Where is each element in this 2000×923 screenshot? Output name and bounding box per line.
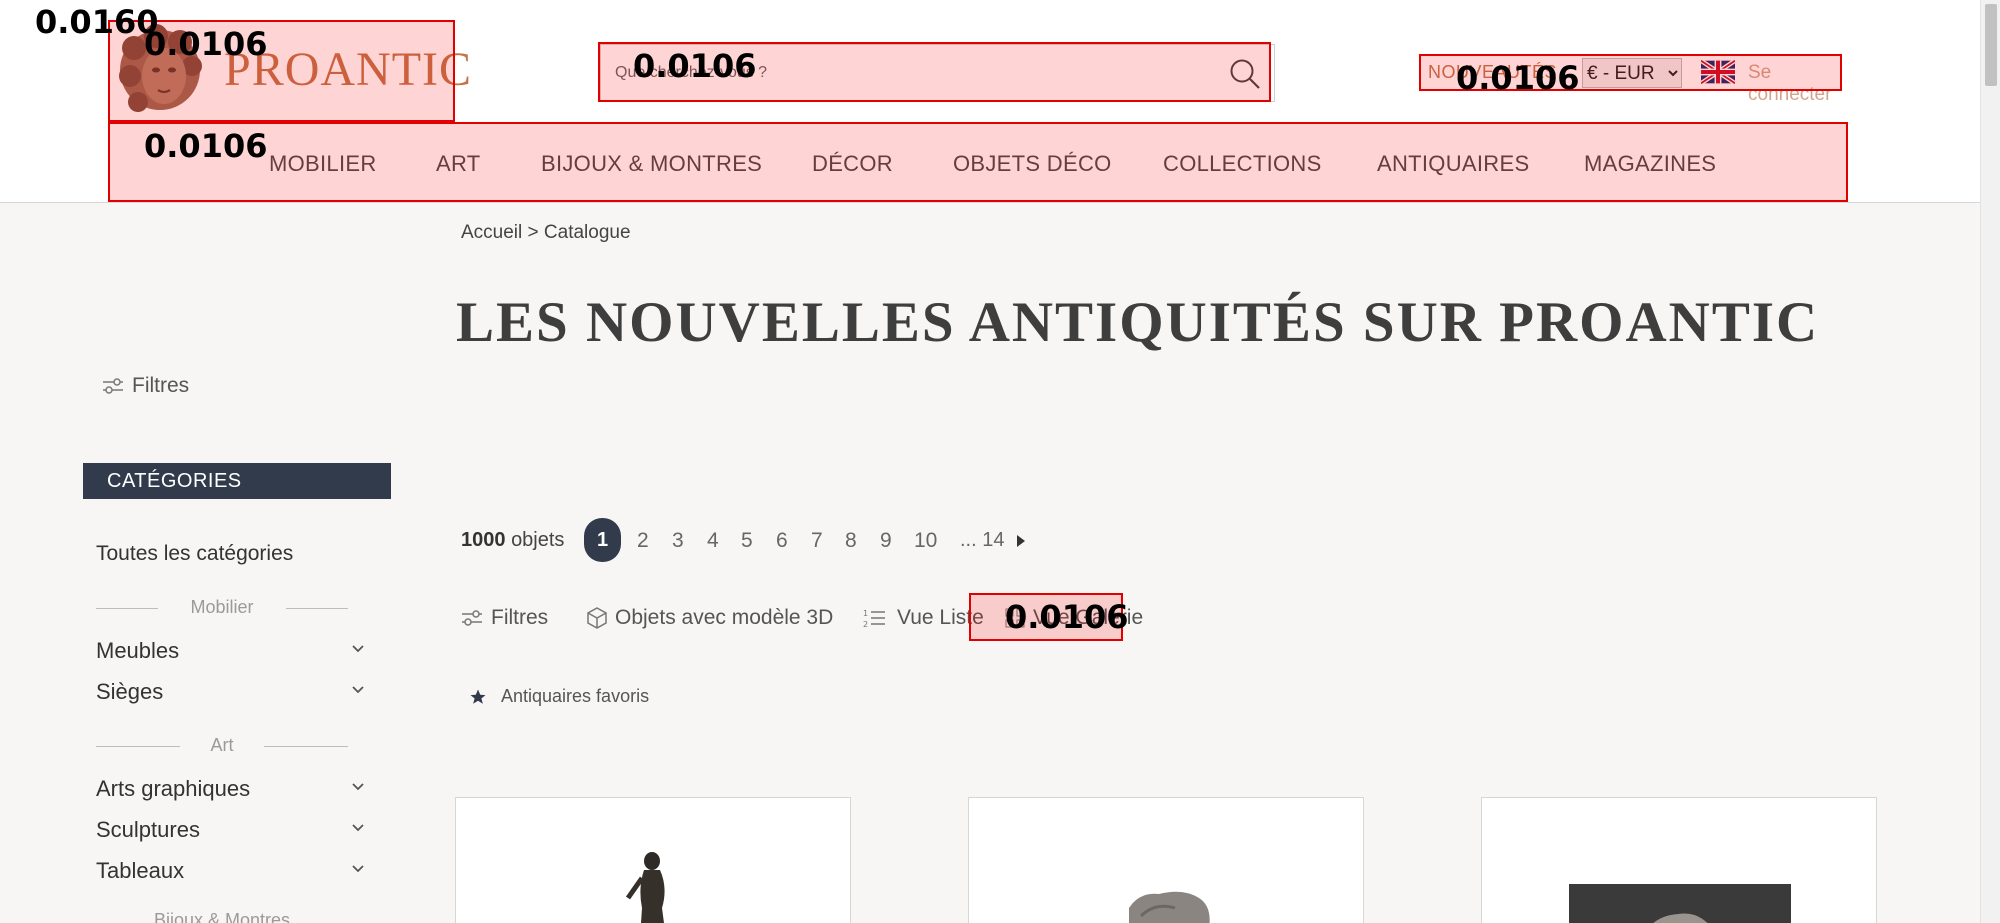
nav-item-bijoux-montres[interactable]: BIJOUX & MONTRES bbox=[541, 151, 762, 177]
pagination-current[interactable]: 1 bbox=[584, 518, 621, 562]
breadcrumb[interactable]: Accueil > Catalogue bbox=[461, 222, 631, 244]
search-icon[interactable] bbox=[1228, 57, 1262, 91]
search-bar bbox=[600, 44, 1275, 102]
gallery-grid-icon bbox=[1005, 608, 1025, 628]
filter-sliders-icon bbox=[462, 610, 482, 627]
category-item-label: Sièges bbox=[96, 679, 164, 704]
list-view-icon: 1 2 bbox=[863, 609, 885, 629]
results-count-number: 1000 bbox=[461, 529, 506, 551]
category-item-label: Tableaux bbox=[96, 858, 185, 883]
chevron-down-icon bbox=[352, 783, 364, 791]
logo-wordmark: PROANTIC bbox=[224, 43, 473, 96]
svg-text:2: 2 bbox=[863, 620, 868, 629]
search-input[interactable] bbox=[615, 59, 1175, 87]
gallery-view-toggle[interactable]: Vue Galerie bbox=[1005, 606, 1143, 630]
product-image bbox=[1129, 891, 1210, 923]
cube-3d-icon bbox=[587, 607, 607, 630]
pagination-page[interactable]: 7 bbox=[811, 529, 823, 553]
uk-flag-icon[interactable] bbox=[1701, 60, 1735, 84]
category-group-title: Bijoux & Montres bbox=[153, 910, 291, 923]
gallery-view-label: Vue Galerie bbox=[1033, 606, 1144, 629]
category-item-meubles[interactable]: Meubles bbox=[96, 638, 366, 664]
nav-item-mobilier[interactable]: MOBILIER bbox=[269, 151, 377, 177]
category-item-sieges[interactable]: Sièges bbox=[96, 679, 366, 705]
category-item-label: Meubles bbox=[96, 638, 180, 663]
favorite-dealers-filter[interactable]: Antiquaires favoris bbox=[469, 686, 649, 707]
category-item-label: Arts graphiques bbox=[96, 776, 251, 801]
product-card[interactable] bbox=[968, 797, 1364, 923]
header-utility-bar: NOUVEAUTÉS € - EUR Se connecter bbox=[1420, 54, 1840, 105]
pagination-page[interactable]: 4 bbox=[707, 529, 719, 553]
pagination-page[interactable]: 2 bbox=[637, 529, 649, 553]
login-link[interactable]: Se connecter bbox=[1748, 62, 1840, 106]
filter-sliders-icon bbox=[103, 378, 123, 395]
category-group-bijoux: Bijoux & Montres bbox=[96, 910, 348, 923]
listing-filters-button[interactable]: Filtres bbox=[461, 606, 548, 630]
category-group-mobilier: Mobilier bbox=[96, 597, 348, 619]
page-title: LES NOUVELLES ANTIQUITÉS SUR PROANTIC bbox=[456, 291, 1820, 354]
nav-item-collections[interactable]: COLLECTIONS bbox=[1163, 151, 1322, 177]
nav-item-art[interactable]: ART bbox=[436, 151, 481, 177]
page-scrollbar[interactable] bbox=[1980, 0, 2000, 923]
product-image bbox=[625, 852, 665, 923]
category-item-arts-graphiques[interactable]: Arts graphiques bbox=[96, 776, 366, 802]
pagination-last[interactable]: ... 14 bbox=[960, 529, 1004, 552]
results-count-label: objets bbox=[511, 529, 565, 551]
chevron-down-icon bbox=[352, 865, 364, 873]
category-group-art: Art bbox=[96, 735, 348, 757]
chevron-down-icon bbox=[352, 824, 364, 832]
medusa-head-icon bbox=[119, 24, 202, 112]
nav-item-objets-deco[interactable]: OBJETS DÉCO bbox=[953, 151, 1112, 177]
chevron-down-icon bbox=[352, 686, 364, 694]
listing-filters-label: Filtres bbox=[491, 606, 549, 629]
objects-3d-toggle[interactable]: Objets avec modèle 3D bbox=[585, 606, 833, 630]
chevron-down-icon bbox=[352, 645, 364, 653]
list-view-label: Vue Liste bbox=[897, 606, 984, 629]
pagination-page[interactable]: 5 bbox=[741, 529, 753, 553]
product-card[interactable] bbox=[1481, 797, 1877, 923]
product-card[interactable] bbox=[455, 797, 851, 923]
pagination-page[interactable]: 8 bbox=[845, 529, 857, 553]
nav-item-antiquaires[interactable]: ANTIQUAIRES bbox=[1377, 151, 1529, 177]
sidebar-filters-label: Filtres bbox=[132, 374, 190, 397]
pagination-page[interactable]: 10 bbox=[914, 529, 937, 553]
nav-item-magazines[interactable]: MAGAZINES bbox=[1584, 151, 1716, 177]
category-item-label: Sculptures bbox=[96, 817, 200, 842]
pagination-next-icon[interactable] bbox=[1015, 534, 1027, 548]
site-header: PROANTIC NOUVEAUTÉS € - EUR Se connecter… bbox=[0, 0, 1980, 203]
product-image bbox=[1569, 884, 1791, 923]
currency-select[interactable]: € - EUR bbox=[1582, 58, 1682, 88]
list-view-toggle[interactable]: 1 2 Vue Liste bbox=[863, 606, 984, 630]
favorite-dealers-label: Antiquaires favoris bbox=[501, 686, 650, 706]
svg-text:1: 1 bbox=[863, 609, 868, 618]
nav-item-decor[interactable]: DÉCOR bbox=[812, 151, 893, 177]
objects-3d-label: Objets avec modèle 3D bbox=[615, 606, 834, 629]
pagination-page[interactable]: 6 bbox=[776, 529, 788, 553]
category-item-tableaux[interactable]: Tableaux bbox=[96, 858, 366, 884]
results-count: 1000 objets bbox=[461, 529, 564, 552]
sidebar-filters-button[interactable]: Filtres bbox=[102, 374, 189, 398]
pagination-page[interactable]: 3 bbox=[672, 529, 684, 553]
all-categories-link[interactable]: Toutes les catégories bbox=[96, 542, 293, 566]
site-logo[interactable]: PROANTIC bbox=[110, 20, 471, 120]
main-navigation: MOBILIER ART BIJOUX & MONTRES DÉCOR OBJE… bbox=[108, 124, 1848, 202]
star-icon bbox=[470, 689, 486, 704]
category-item-sculptures[interactable]: Sculptures bbox=[96, 817, 366, 843]
nouveautes-link[interactable]: NOUVEAUTÉS bbox=[1428, 62, 1557, 83]
scrollbar-thumb[interactable] bbox=[1985, 4, 1997, 86]
categories-header: CATÉGORIES bbox=[83, 463, 391, 499]
pagination-page[interactable]: 9 bbox=[880, 529, 892, 553]
